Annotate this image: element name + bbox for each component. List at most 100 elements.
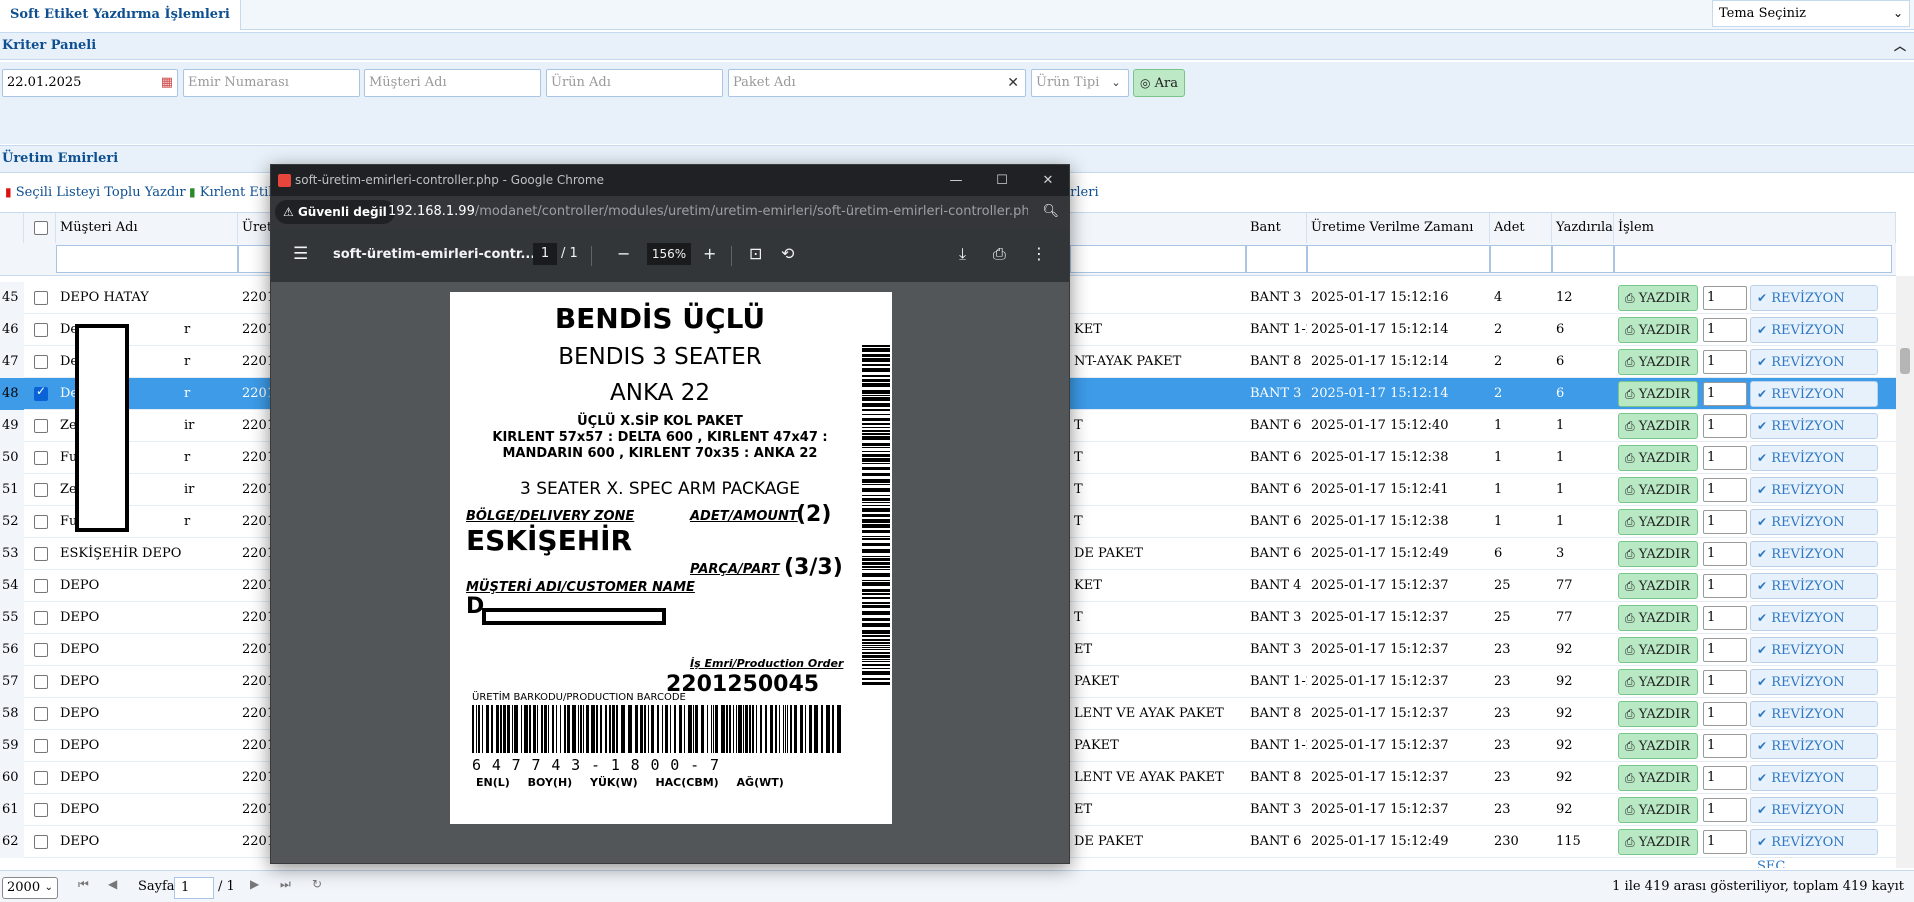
prev-page-icon[interactable]: ◀ <box>108 877 117 891</box>
maximize-icon[interactable]: ☐ <box>979 165 1025 196</box>
zoom-icon[interactable]: 🔍︎ <box>1042 204 1059 219</box>
filter-customer[interactable] <box>56 245 238 273</box>
header-qty[interactable]: Adet <box>1490 213 1552 243</box>
print-icon[interactable]: ⎙ <box>993 244 1006 264</box>
revision-select-button[interactable]: ✔ REVİZYON SEÇ <box>1750 637 1878 682</box>
page-input[interactable]: 1 <box>174 877 214 899</box>
revision-select-button[interactable]: ✔ REVİZYON SEÇ <box>1750 797 1878 842</box>
menu-icon[interactable]: ☰ <box>293 244 308 264</box>
print-button[interactable]: ⎙ YAZDIR <box>1618 829 1698 855</box>
row-checkbox[interactable] <box>34 547 48 561</box>
row-checkbox[interactable] <box>34 451 48 465</box>
revision-select-button[interactable]: ✔ REVİZYON SEÇ <box>1750 669 1878 714</box>
copies-input[interactable]: 1 <box>1703 574 1747 598</box>
copies-input[interactable]: 1 <box>1703 478 1747 502</box>
print-button[interactable]: ⎙ YAZDIR <box>1618 317 1698 343</box>
header-printed[interactable]: Yazdırılar <box>1552 213 1614 243</box>
clear-icon[interactable]: ✕ <box>1007 70 1019 96</box>
first-page-icon[interactable]: ⏮ <box>78 877 89 892</box>
scrollbar-thumb[interactable] <box>1900 348 1910 374</box>
zoom-out-icon[interactable]: − <box>617 244 630 263</box>
row-checkbox[interactable] <box>34 291 48 305</box>
revision-select-button[interactable]: ✔ REVİZYON SEÇ <box>1750 701 1878 746</box>
toolbar-link[interactable]: irleri <box>1066 185 1099 200</box>
fit-page-icon[interactable]: ⊡ <box>749 244 762 263</box>
row-checkbox[interactable] <box>34 579 48 593</box>
copies-input[interactable]: 1 <box>1703 702 1747 726</box>
row-checkbox[interactable] <box>34 355 48 369</box>
next-page-icon[interactable]: ▶ <box>250 877 259 891</box>
theme-select[interactable]: Tema Seçiniz ⌄ <box>1712 0 1910 27</box>
print-button[interactable]: ⎙ YAZDIR <box>1618 285 1698 311</box>
pdf-page-input[interactable]: 1 <box>533 243 557 265</box>
select-all-checkbox[interactable] <box>34 221 48 235</box>
bulk-print-button[interactable]: ▮ Seçili Listeyi Toplu Yazdır <box>5 185 186 200</box>
revision-select-button[interactable]: ✔ REVİZYON SEÇ <box>1750 829 1878 868</box>
copies-input[interactable]: 1 <box>1703 766 1747 790</box>
collapse-icon[interactable]: ︿ <box>1894 33 1906 59</box>
copies-input[interactable]: 1 <box>1703 830 1747 854</box>
pdf-zoom-value[interactable]: 156% <box>647 243 691 265</box>
security-chip[interactable]: ⚠ Güvenli değil <box>275 200 395 224</box>
search-button[interactable]: ◎ Ara <box>1133 69 1185 97</box>
print-button[interactable]: ⎙ YAZDIR <box>1618 701 1698 727</box>
date-field[interactable]: 22.01.2025 ▦ <box>2 69 178 97</box>
header-time[interactable]: Üretime Verilme Zamanı <box>1307 213 1490 243</box>
product-type-select[interactable]: Ürün Tipi ⌄ <box>1031 69 1129 97</box>
filter-package[interactable] <box>1070 245 1246 273</box>
print-button[interactable]: ⎙ YAZDIR <box>1618 509 1698 535</box>
close-icon[interactable]: ✕ <box>1025 165 1069 196</box>
last-page-icon[interactable]: ⏭ <box>280 877 291 892</box>
print-button[interactable]: ⎙ YAZDIR <box>1618 381 1698 407</box>
order-number-input[interactable]: Emir Numarası <box>183 69 360 97</box>
calendar-icon[interactable]: ▦ <box>161 70 173 96</box>
popup-title-bar[interactable]: soft-üretim-emirleri-controller.php - Go… <box>271 165 1069 196</box>
row-checkbox[interactable] <box>34 803 48 817</box>
header-select-all[interactable] <box>24 213 56 243</box>
revision-select-button[interactable]: ✔ REVİZYON SEÇ <box>1750 541 1878 586</box>
revision-select-button[interactable]: ✔ REVİZYON SEÇ <box>1750 381 1878 426</box>
print-button[interactable]: ⎙ YAZDIR <box>1618 733 1698 759</box>
copies-input[interactable]: 1 <box>1703 414 1747 438</box>
header-band[interactable]: Bant <box>1246 213 1307 243</box>
row-checkbox[interactable] <box>34 323 48 337</box>
row-checkbox[interactable] <box>34 835 48 849</box>
print-button[interactable]: ⎙ YAZDIR <box>1618 413 1698 439</box>
filter-action[interactable] <box>1614 245 1892 273</box>
copies-input[interactable]: 1 <box>1703 542 1747 566</box>
row-checkbox[interactable] <box>34 611 48 625</box>
copies-input[interactable]: 1 <box>1703 798 1747 822</box>
app-title-tab[interactable]: Soft Etiket Yazdırma İşlemleri <box>0 0 241 30</box>
revision-select-button[interactable]: ✔ REVİZYON SEÇ <box>1750 285 1878 330</box>
address-bar[interactable]: ⚠ Güvenli değil 192.168.1.99/modanet/con… <box>271 196 1069 228</box>
more-icon[interactable]: ⋮ <box>1031 244 1047 263</box>
download-icon[interactable]: ⤓ <box>959 244 966 264</box>
print-button[interactable]: ⎙ YAZDIR <box>1618 573 1698 599</box>
print-button[interactable]: ⎙ YAZDIR <box>1618 797 1698 823</box>
copies-input[interactable]: 1 <box>1703 446 1747 470</box>
zoom-in-icon[interactable]: + <box>703 244 716 263</box>
print-button[interactable]: ⎙ YAZDIR <box>1618 765 1698 791</box>
copies-input[interactable]: 1 <box>1703 606 1747 630</box>
revision-select-button[interactable]: ✔ REVİZYON SEÇ <box>1750 573 1878 618</box>
row-checkbox[interactable] <box>34 739 48 753</box>
copies-input[interactable]: 1 <box>1703 382 1747 406</box>
copies-input[interactable]: 1 <box>1703 350 1747 374</box>
copies-input[interactable]: 1 <box>1703 286 1747 310</box>
rotate-icon[interactable]: ⟲ <box>781 244 794 263</box>
print-button[interactable]: ⎙ YAZDIR <box>1618 541 1698 567</box>
revision-select-button[interactable]: ✔ REVİZYON SEÇ <box>1750 733 1878 778</box>
revision-select-button[interactable]: ✔ REVİZYON SEÇ <box>1750 605 1878 650</box>
revision-select-button[interactable]: ✔ REVİZYON SEÇ <box>1750 445 1878 490</box>
copies-input[interactable]: 1 <box>1703 670 1747 694</box>
row-checkbox[interactable] <box>34 515 48 529</box>
copies-input[interactable]: 1 <box>1703 318 1747 342</box>
print-button[interactable]: ⎙ YAZDIR <box>1618 669 1698 695</box>
revision-select-button[interactable]: ✔ REVİZYON SEÇ <box>1750 349 1878 394</box>
row-checkbox[interactable] <box>34 419 48 433</box>
print-button[interactable]: ⎙ YAZDIR <box>1618 637 1698 663</box>
row-checkbox[interactable] <box>34 707 48 721</box>
print-button[interactable]: ⎙ YAZDIR <box>1618 349 1698 375</box>
row-checkbox[interactable] <box>34 675 48 689</box>
refresh-icon[interactable]: ↻ <box>312 877 322 891</box>
